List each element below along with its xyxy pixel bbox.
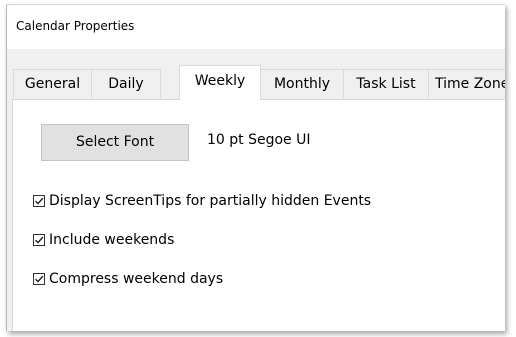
screentips-label: Display ScreenTips for partially hidden …: [49, 193, 372, 209]
dialog-body: General Daily Weekly Monthly Task List T…: [7, 49, 505, 331]
checkmark-icon: [35, 197, 44, 205]
weekly-tab-panel: Select Font 10 pt Segoe UI Display Scree…: [12, 99, 505, 331]
tab-general[interactable]: General: [13, 69, 92, 98]
tab-time-zones[interactable]: Time Zones: [428, 69, 505, 98]
checkmark-icon: [35, 275, 44, 283]
tab-daily[interactable]: Daily: [91, 69, 161, 98]
tab-weekly[interactable]: Weekly: [179, 65, 261, 100]
select-font-button[interactable]: Select Font: [41, 124, 189, 161]
tab-monthly[interactable]: Monthly: [260, 69, 344, 98]
compress-weekend-option[interactable]: Compress weekend days: [33, 269, 223, 289]
calendar-properties-dialog: Calendar Properties General Daily Weekly…: [6, 4, 505, 331]
compress-weekend-label: Compress weekend days: [49, 271, 224, 287]
screentips-option[interactable]: Display ScreenTips for partially hidden …: [33, 191, 371, 211]
tab-task-list[interactable]: Task List: [343, 69, 429, 98]
include-weekends-option[interactable]: Include weekends: [33, 230, 174, 250]
include-weekends-checkbox[interactable]: [33, 234, 45, 246]
compress-weekend-checkbox[interactable]: [33, 273, 45, 285]
font-value-label: 10 pt Segoe UI: [207, 132, 311, 148]
title-bar: Calendar Properties: [7, 5, 505, 49]
checkmark-icon: [35, 236, 44, 244]
screentips-checkbox[interactable]: [33, 195, 45, 207]
include-weekends-label: Include weekends: [49, 232, 175, 248]
tab-strip: General Daily Weekly Monthly Task List T…: [13, 65, 505, 100]
dialog-title: Calendar Properties: [16, 19, 135, 33]
